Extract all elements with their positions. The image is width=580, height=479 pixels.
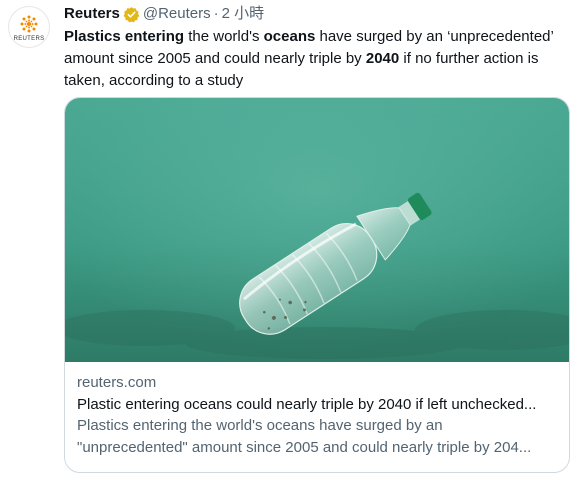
separator-dot: · (213, 5, 219, 22)
tweet-header: Reuters @Reuters · 2 小時 (64, 4, 570, 24)
card-title[interactable]: Plastic entering oceans could nearly tri… (77, 395, 557, 415)
tweet-text-part: 2040 (365, 50, 400, 67)
tweet-text-part: oceans (263, 28, 316, 45)
tweet-text-part: Plastics entering (64, 28, 185, 45)
plastic-bottle-underwater-image[interactable] (65, 98, 569, 362)
tweet: Reuters @Reuters · 2 小時 Plastics enterin… (64, 4, 570, 92)
card-description: Plastics entering the world's oceans hav… (77, 417, 532, 456)
tweet-text-part: the world's (184, 28, 264, 45)
card-body: reuters.com Plastic entering oceans coul… (65, 362, 569, 459)
avatar-wordmark: REUTERS (13, 35, 45, 42)
reuters-logo-icon (20, 15, 38, 32)
tweet-text: Plastics entering the world's oceans hav… (64, 26, 570, 92)
author-handle[interactable]: @Reuters (143, 4, 211, 24)
card-domain: reuters.com (77, 374, 157, 391)
link-card[interactable]: reuters.com Plastic entering oceans coul… (64, 97, 570, 473)
author-name[interactable]: Reuters (64, 4, 120, 24)
avatar[interactable]: REUTERS (8, 6, 50, 48)
timestamp[interactable]: 2 小時 (222, 4, 265, 24)
verified-badge-icon[interactable] (123, 6, 140, 23)
